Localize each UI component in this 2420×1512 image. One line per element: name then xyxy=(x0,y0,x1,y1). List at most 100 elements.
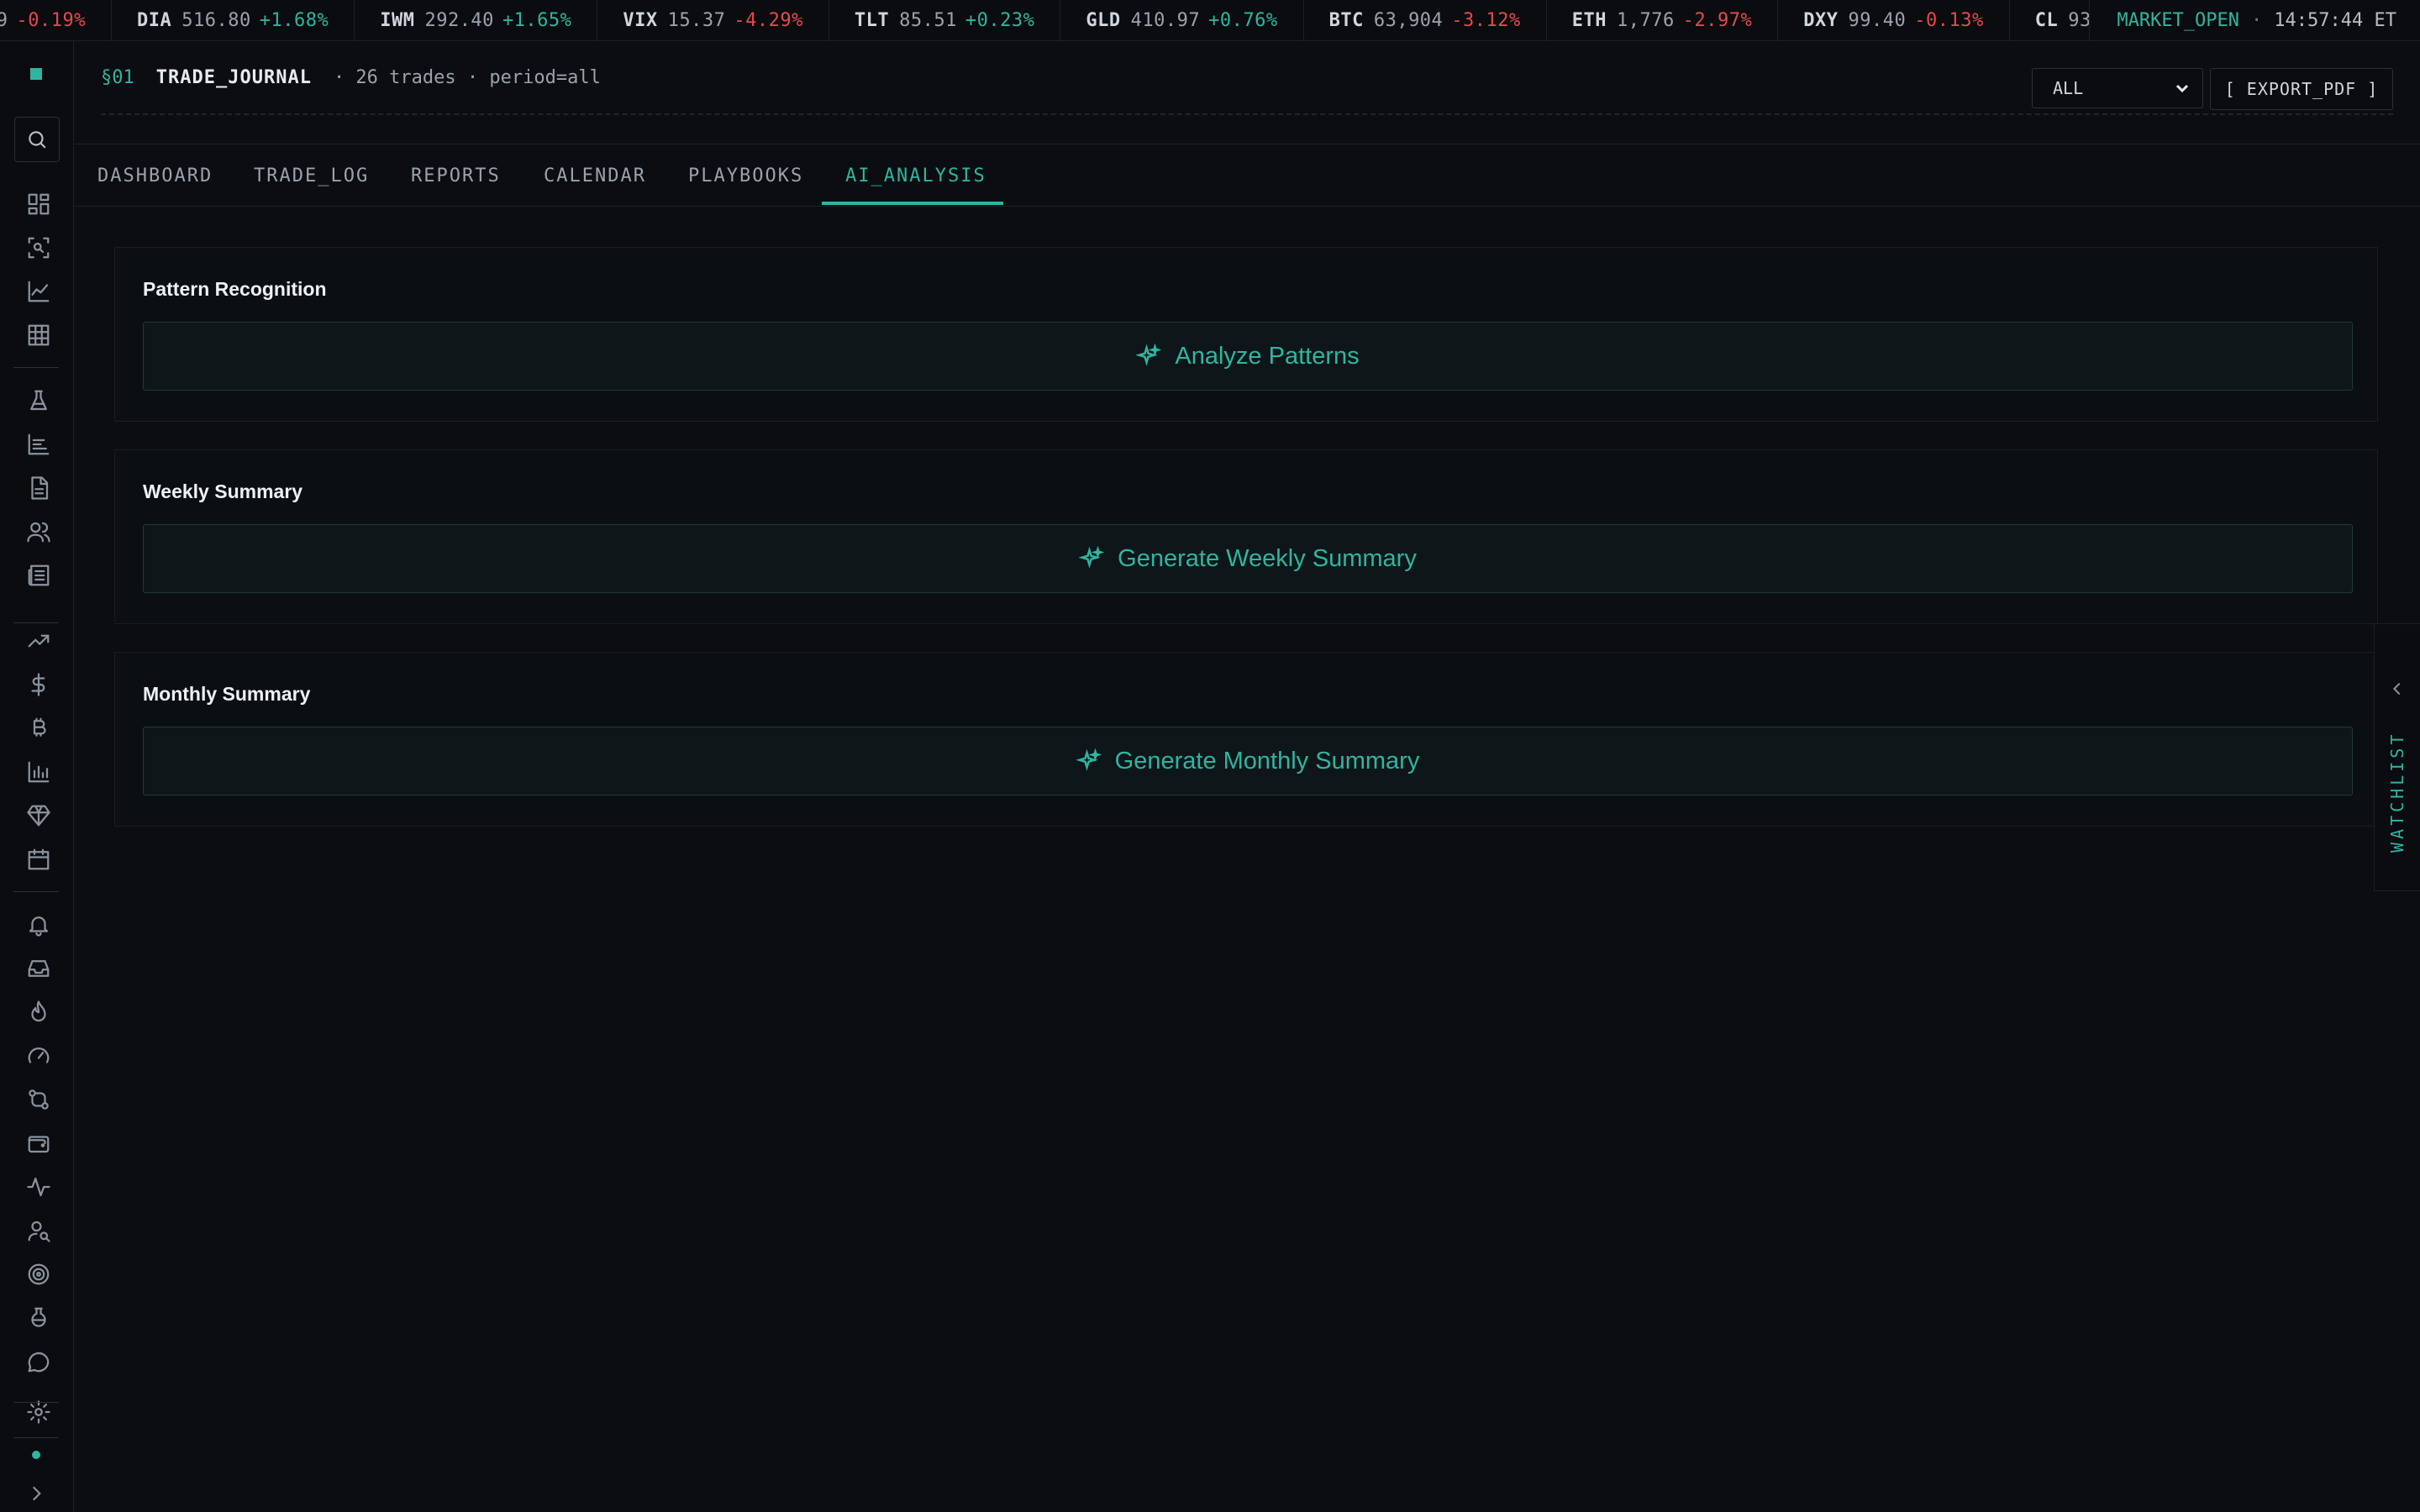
dollar-icon xyxy=(31,673,45,696)
ticker-symbol: ETH xyxy=(1571,9,1607,31)
sidebar-item-beaker[interactable] xyxy=(23,1302,55,1334)
sidebar-item-dashboard[interactable] xyxy=(23,188,55,220)
ticker-price: 15.37 xyxy=(667,9,726,31)
ticker-item[interactable]: ETH 1,776 -2.97% xyxy=(1547,0,1779,40)
ticker-change: +1.68% xyxy=(259,9,329,31)
sidebar-item-line-chart[interactable] xyxy=(23,276,55,307)
sidebar-item-table[interactable] xyxy=(23,319,55,351)
ticker-change: +0.23% xyxy=(965,9,1035,31)
sidebar-item-inbox[interactable] xyxy=(23,953,55,984)
bar-chart-icon xyxy=(28,761,50,783)
expand-sidebar-button[interactable] xyxy=(25,1483,47,1504)
tab-reports[interactable]: REPORTS xyxy=(411,145,501,206)
target-icon xyxy=(28,1263,50,1285)
sidebar-item-flame[interactable] xyxy=(23,996,55,1028)
ticker-item[interactable]: BTC 63,904 -3.12% xyxy=(1304,0,1547,40)
tab-dashboard[interactable]: DASHBOARD xyxy=(97,145,213,206)
ticker-symbol: IWM xyxy=(380,9,415,31)
sidebar-item-settings[interactable] xyxy=(23,1396,55,1428)
generate-monthly-summary-button[interactable]: Generate Monthly Summary xyxy=(143,727,2353,795)
logo[interactable] xyxy=(30,68,42,80)
sidebar-item-bar-list[interactable] xyxy=(23,428,55,460)
watchlist-toggle[interactable]: WATCHLIST xyxy=(2374,623,2420,891)
generate-weekly-summary-button[interactable]: Generate Weekly Summary xyxy=(143,524,2353,593)
ticker-change: -4.29% xyxy=(734,9,803,31)
sidebar-item-flask[interactable] xyxy=(23,385,55,417)
sidebar-item-swap[interactable] xyxy=(23,1084,55,1116)
ticker-change: -3.12% xyxy=(1451,9,1521,31)
sparkles-icon xyxy=(1136,344,1162,366)
sidebar-item-bitcoin[interactable] xyxy=(23,712,55,744)
sparkles-icon xyxy=(1079,546,1105,569)
sidebar-item-scan[interactable] xyxy=(23,232,55,264)
sidebar-item-wallet[interactable] xyxy=(23,1127,55,1159)
users-icon xyxy=(27,522,50,543)
connection-status-dot xyxy=(32,1451,40,1459)
tab-calendar[interactable]: CALENDAR xyxy=(544,145,646,206)
sidebar-divider xyxy=(13,367,59,368)
sidebar-item-gauge[interactable] xyxy=(23,1040,55,1072)
sidebar-item-trending-up[interactable] xyxy=(23,625,55,657)
ticker-price: 99.40 xyxy=(1848,9,1907,31)
sidebar-item-users[interactable] xyxy=(23,516,55,548)
status-separator: · xyxy=(2251,9,2263,31)
user-search-icon xyxy=(28,1221,50,1242)
ticker-price: 63,904 xyxy=(1373,9,1444,31)
ticker-symbol: DXY xyxy=(1803,9,1839,31)
sidebar-item-user-search[interactable] xyxy=(23,1215,55,1247)
ticker-item[interactable]: TLT 85.51 +0.23% xyxy=(829,0,1061,40)
card-title: Pattern Recognition xyxy=(143,278,327,300)
sidebar-item-chat[interactable] xyxy=(23,1346,55,1378)
market-ticker: 79 -0.19% DIA 516.80 +1.68% IWM 292.40 +1.65% VI… xyxy=(0,0,2420,41)
ticker-item[interactable]: 79 -0.19% xyxy=(0,0,112,40)
sidebar-item-calendar[interactable] xyxy=(23,843,55,875)
chevron-down-icon xyxy=(2175,84,2189,93)
sidebar-item-activity[interactable] xyxy=(23,1171,55,1203)
ticker-symbol: TLT xyxy=(854,9,890,31)
sidebar-divider xyxy=(13,622,59,623)
card-title: Weekly Summary xyxy=(143,480,303,502)
ticker-item[interactable]: GLD 410.97 +0.76% xyxy=(1060,0,1304,40)
swap-icon xyxy=(29,1089,49,1110)
flame-icon xyxy=(31,1000,46,1022)
ticker-item[interactable]: IWM 292.40 +1.65% xyxy=(355,0,598,40)
tab-playbooks[interactable]: PLAYBOOKS xyxy=(688,145,803,206)
ticker-item[interactable]: VIX 15.37 -4.29% xyxy=(597,0,829,40)
gem-icon xyxy=(27,805,50,827)
analyze-patterns-button[interactable]: Analyze Patterns xyxy=(143,322,2353,391)
ticker-item[interactable]: DXY 99.40 -0.13% xyxy=(1778,0,2010,40)
sidebar-item-bell[interactable] xyxy=(23,909,55,941)
export-pdf-button[interactable]: [ EXPORT_PDF ] xyxy=(2210,68,2393,110)
sidebar-item-target[interactable] xyxy=(23,1258,55,1290)
sidebar-item-document[interactable] xyxy=(23,472,55,504)
ticker-symbol: BTC xyxy=(1328,9,1364,31)
inbox-icon xyxy=(28,960,50,977)
page-meta: · 26 trades · period=all xyxy=(333,66,601,88)
settings-icon xyxy=(27,1400,50,1424)
sidebar-item-dollar[interactable] xyxy=(23,669,55,701)
market-status: MARKET_OPEN xyxy=(2117,9,2240,31)
bell-icon xyxy=(29,916,49,937)
sidebar-item-bar-chart[interactable] xyxy=(23,756,55,788)
market-status-box: MARKET_OPEN · 14:57:44 ET xyxy=(2089,0,2420,40)
tab-ai-analysis[interactable]: AI_ANALYSIS xyxy=(845,145,986,206)
ticker-change: +1.65% xyxy=(502,9,572,31)
sidebar-item-newspaper[interactable] xyxy=(23,559,55,591)
ticker-symbol: DIA xyxy=(136,9,172,31)
tab-trade-log[interactable]: TRADE_LOG xyxy=(254,145,369,206)
line-chart-icon xyxy=(28,281,50,302)
ticker-symbol: VIX xyxy=(623,9,658,31)
ticker-item[interactable]: DIA 516.80 +1.68% xyxy=(112,0,355,40)
sparkles-icon xyxy=(1076,748,1102,771)
dashboard-icon xyxy=(28,193,50,215)
button-label: Analyze Patterns xyxy=(1175,342,1360,370)
sidebar xyxy=(0,41,74,1512)
search-button[interactable] xyxy=(14,117,60,162)
header-row: §01 TRADE_JOURNAL · 26 trades · period=a… xyxy=(101,66,2393,115)
beaker-icon xyxy=(31,1307,46,1327)
card-title: Monthly Summary xyxy=(143,683,311,705)
monthly-summary-card: Monthly Summary Generate Monthly Summary xyxy=(114,652,2378,827)
sidebar-item-gem[interactable] xyxy=(23,800,55,832)
period-select[interactable]: ALL xyxy=(2032,68,2203,108)
scan-icon xyxy=(28,237,50,259)
